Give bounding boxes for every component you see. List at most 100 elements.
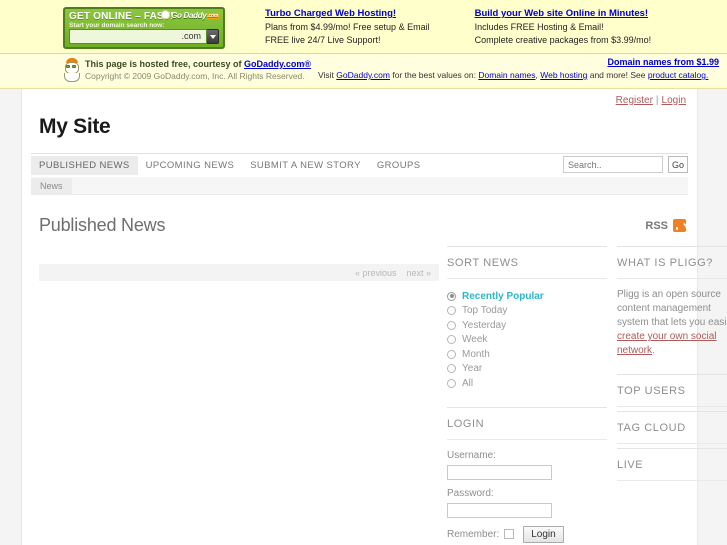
what-is-pligg-body: Pligg is an open source content manageme… (617, 279, 727, 370)
panel-what-is-pligg-heading: WHAT IS PLIGG? (617, 246, 727, 279)
panel-sort-news: SORT NEWS Recently Popular Top Today Yes… (447, 246, 607, 403)
radio-icon[interactable] (447, 306, 456, 316)
godaddy-promo-website: Build your Web site Online in Minutes! I… (475, 7, 652, 47)
godaddy-banner-bottom-row: This page is hosted free, courtesy of Go… (0, 53, 727, 86)
sort-option-label: Week (462, 334, 488, 346)
sort-option-week[interactable]: Week (447, 333, 607, 348)
panel-live: LIVE (617, 448, 727, 481)
radio-icon[interactable] (447, 349, 456, 359)
godaddy-parked-banner: GET ONLINE – FAST! Start your domain sea… (0, 0, 727, 89)
user-links-bar: Register | Login (31, 89, 688, 111)
panel-top-users-heading: TOP USERS (617, 374, 727, 407)
godaddy-logo-badge: .com (206, 13, 219, 19)
login-form: Username: Password: Remember: Login (447, 440, 607, 545)
radio-icon[interactable] (447, 291, 456, 301)
main-column: « previous next » (39, 246, 439, 545)
panel-tag-cloud-heading: TAG CLOUD (617, 411, 727, 444)
site-page: Register | Login My Site PUBLISHED NEWS … (0, 89, 727, 545)
page-container: Register | Login My Site PUBLISHED NEWS … (23, 89, 727, 545)
rss-label: RSS (645, 219, 668, 232)
radio-icon[interactable] (447, 364, 456, 374)
rss-icon[interactable] (673, 219, 686, 232)
godaddy-visit-link[interactable]: GoDaddy.com (336, 70, 390, 80)
radio-icon[interactable] (447, 320, 456, 330)
sort-option-label: All (462, 377, 474, 389)
user-links-separator: | (655, 94, 659, 106)
godaddy-domain-search-ad[interactable]: GET ONLINE – FAST! Start your domain sea… (63, 7, 225, 49)
godaddy-copyright: Copyright © 2009 GoDaddy.com, Inc. All R… (85, 71, 305, 81)
godaddy-mascot-figure-icon (63, 58, 81, 82)
register-link[interactable]: Register (616, 95, 653, 106)
what-is-pligg-body-suffix: . (652, 345, 655, 356)
panel-what-is-pligg: WHAT IS PLIGG? Pligg is an open source c… (617, 246, 727, 370)
sort-option-month[interactable]: Month (447, 347, 607, 362)
rss-feed[interactable]: RSS (645, 219, 686, 232)
remember-checkbox[interactable] (504, 529, 515, 539)
godaddy-domain-input[interactable]: .com (69, 29, 207, 44)
godaddy-domain-names-link[interactable]: Domain names (478, 70, 535, 80)
nav-item-groups[interactable]: GROUPS (369, 156, 429, 175)
sort-option-label: Month (462, 348, 490, 360)
sort-option-label: Year (462, 363, 483, 375)
pagination-next[interactable]: next » (406, 268, 431, 278)
login-submit-button[interactable]: Login (523, 525, 564, 543)
godaddy-visit-post: and more! See (587, 70, 648, 80)
godaddy-hosted-link[interactable]: GoDaddy.com® (244, 59, 311, 69)
godaddy-logo: Go Daddy.com (161, 10, 219, 20)
sort-option-label: Yesterday (462, 319, 507, 331)
godaddy-promo-website-link[interactable]: Build your Web site Online in Minutes! (475, 7, 652, 21)
site-title[interactable]: My Site (31, 111, 688, 153)
godaddy-tld-dropdown-button[interactable] (207, 29, 219, 44)
search-input[interactable] (563, 156, 663, 173)
content-columns: « previous next » SORT NEWS Recently Pop… (31, 246, 727, 545)
godaddy-hosted-text-prefix: This page is hosted free, courtesy of (85, 59, 245, 69)
sort-option-year[interactable]: Year (447, 362, 607, 377)
what-is-pligg-body-prefix: Pligg is an open source content manageme… (617, 289, 727, 328)
radio-icon[interactable] (447, 335, 456, 345)
godaddy-tld-label: .com (181, 31, 201, 41)
godaddy-mascot-icon (161, 10, 171, 19)
nav-item-upcoming-news[interactable]: UPCOMING NEWS (138, 156, 243, 175)
godaddy-visit-mid: for the best values on: (389, 70, 479, 80)
sort-option-label: Recently Popular (462, 290, 544, 302)
page-left-edge (0, 89, 22, 545)
godaddy-web-hosting-link[interactable]: Web hosting (540, 70, 587, 80)
sort-news-options: Recently Popular Top Today Yesterday Wee… (447, 279, 607, 403)
sort-option-all[interactable]: All (447, 376, 607, 391)
sidebar-primary: SORT NEWS Recently Popular Top Today Yes… (447, 246, 607, 545)
password-field[interactable] (447, 502, 552, 518)
godaddy-promo-hosting: Turbo Charged Web Hosting! Plans from $4… (265, 7, 430, 47)
remember-label: Remember: (447, 528, 500, 540)
panel-login: LOGIN Username: Password: Remember: Logi… (447, 406, 607, 545)
search-go-button[interactable]: Go (668, 156, 688, 173)
godaddy-promo-hosting-line1: Plans from $4.99/mo! Free setup & Email (265, 22, 430, 32)
nav-item-submit-a-new-story[interactable]: SUBMIT A NEW STORY (242, 156, 369, 175)
breadcrumb: News (31, 177, 688, 195)
panel-tag-cloud: TAG CLOUD (617, 411, 727, 444)
nav-item-published-news[interactable]: PUBLISHED NEWS (31, 156, 138, 175)
login-link[interactable]: Login (662, 95, 686, 106)
remember-row: Remember: Login (447, 525, 607, 543)
godaddy-promo-website-line2: Complete creative packages from $3.99/mo… (474, 35, 652, 45)
username-field[interactable] (447, 464, 552, 480)
godaddy-hosted-notice: This page is hosted free, courtesy of Go… (63, 58, 311, 82)
sort-option-yesterday[interactable]: Yesterday (447, 318, 607, 333)
godaddy-logo-text: Go Daddy (171, 11, 207, 20)
godaddy-promo-hosting-link[interactable]: Turbo Charged Web Hosting! (265, 7, 430, 21)
radio-icon[interactable] (447, 378, 456, 388)
pagination: « previous next » (39, 264, 439, 281)
create-social-network-link[interactable]: create your own social network (617, 331, 717, 356)
godaddy-promo-hosting-line2: FREE live 24/7 Live Support! (265, 35, 381, 45)
godaddy-search-row: .com (69, 29, 219, 44)
sort-option-recently-popular[interactable]: Recently Popular (447, 289, 607, 304)
pagination-previous[interactable]: « previous (355, 268, 397, 278)
username-label: Username: (447, 449, 496, 461)
godaddy-visit-prefix: Visit (318, 70, 337, 80)
panel-live-heading: LIVE (617, 448, 727, 481)
breadcrumb-item-news[interactable]: News (31, 177, 72, 194)
godaddy-product-catalog-link[interactable]: product catalog. (648, 70, 708, 80)
godaddy-domain-price-link[interactable]: Domain names from $1.99 (607, 57, 719, 67)
sort-option-top-today[interactable]: Top Today (447, 304, 607, 319)
sidebar-secondary: WHAT IS PLIGG? Pligg is an open source c… (617, 246, 727, 545)
godaddy-hosted-text: This page is hosted free, courtesy of Go… (85, 58, 311, 70)
